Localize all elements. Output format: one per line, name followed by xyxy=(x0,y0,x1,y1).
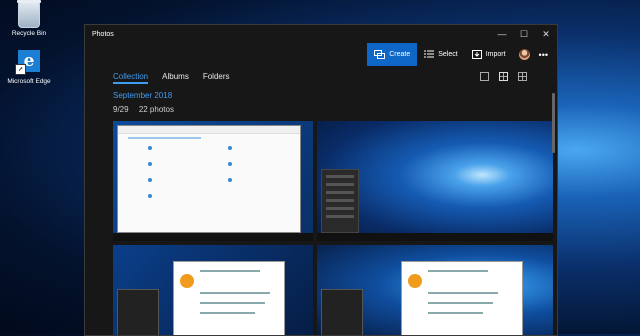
photo-thumbnail[interactable] xyxy=(317,121,553,241)
tab-albums[interactable]: Albums xyxy=(162,72,189,81)
close-button[interactable]: ✕ xyxy=(535,25,557,43)
title-bar[interactable]: Photos — ☐ ✕ xyxy=(85,25,557,43)
view-toggle xyxy=(480,72,527,81)
command-bar: Create Select Import ••• xyxy=(85,43,557,66)
create-button[interactable]: Create xyxy=(367,43,418,66)
edge-label: Microsoft Edge xyxy=(7,78,51,85)
create-label: Create xyxy=(389,51,411,58)
date-group-header: 9/29 22 photos xyxy=(113,105,182,114)
screenshot-media-player-image xyxy=(173,261,285,335)
maximize-button[interactable]: ☐ xyxy=(513,25,535,43)
edge-icon: e ↗ xyxy=(15,50,42,76)
scrollbar[interactable] xyxy=(552,93,555,153)
screenshot-media-player-image xyxy=(401,261,523,335)
tab-collection[interactable]: Collection xyxy=(113,72,149,84)
create-icon xyxy=(374,50,386,59)
window-title: Photos xyxy=(92,30,114,38)
desktop-icon-recycle-bin[interactable]: Recycle Bin xyxy=(2,0,56,38)
group-photo-count: 22 photos xyxy=(138,105,174,114)
screenshot-start-menu-image xyxy=(321,169,359,233)
large-thumbnail-view-icon[interactable] xyxy=(480,72,489,81)
select-icon xyxy=(424,50,435,59)
medium-thumbnail-view-icon[interactable] xyxy=(499,72,508,81)
import-label: Import xyxy=(485,51,506,58)
import-button[interactable]: Import xyxy=(465,43,513,66)
import-icon xyxy=(471,50,482,59)
photo-thumbnail[interactable] xyxy=(113,121,313,241)
group-date: 9/29 xyxy=(113,105,129,114)
small-thumbnail-view-icon[interactable] xyxy=(518,72,527,81)
photo-thumbnail[interactable] xyxy=(317,245,553,335)
screenshot-control-panel-image xyxy=(117,125,301,233)
photos-window: Photos — ☐ ✕ Create Select Import ••• Co… xyxy=(84,24,558,336)
select-label: Select xyxy=(438,51,458,58)
account-avatar[interactable] xyxy=(518,49,530,60)
collection-nav: Collection Albums Folders xyxy=(85,66,557,86)
photo-thumbnail[interactable] xyxy=(113,245,313,335)
select-button[interactable]: Select xyxy=(417,43,464,66)
month-heading[interactable]: September 2018 xyxy=(113,91,172,100)
recycle-bin-label: Recycle Bin xyxy=(11,30,47,37)
recycle-bin-icon xyxy=(16,0,42,28)
tab-folders[interactable]: Folders xyxy=(203,72,230,81)
more-options-button[interactable]: ••• xyxy=(536,50,551,60)
minimize-button[interactable]: — xyxy=(491,25,513,43)
desktop-icon-edge[interactable]: e ↗ Microsoft Edge xyxy=(2,50,56,86)
